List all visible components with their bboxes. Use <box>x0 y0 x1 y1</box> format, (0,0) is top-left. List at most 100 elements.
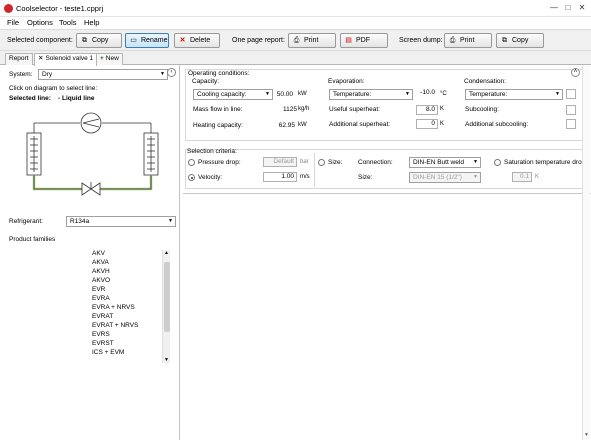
scroll-down-icon[interactable]: ▼ <box>584 432 589 438</box>
pressure-drop-unit: bar <box>300 159 309 165</box>
list-scrollbar[interactable]: ▲ ▼ <box>162 250 170 363</box>
velocity-unit: m/s <box>300 174 310 180</box>
diagram-hint: Click on diagram to select line: <box>9 85 98 92</box>
selected-component-label: Selected component: <box>7 37 73 44</box>
size-select[interactable]: DIN-EN 15 (1/2") ▼ <box>409 172 481 183</box>
additional-subcooling-field[interactable] <box>566 119 576 129</box>
scroll-thumb[interactable] <box>164 262 170 332</box>
menu-options[interactable]: Options <box>27 18 53 27</box>
capacity-select[interactable]: Cooling capacity: ▼ <box>193 89 273 100</box>
menu-bar: File Options Tools Help <box>0 17 591 29</box>
chevron-down-icon: ▼ <box>160 71 165 77</box>
heating-capacity-value: 62.95 <box>278 122 295 129</box>
screen-dump-label: Screen dump: <box>399 37 443 44</box>
subcooling-field[interactable] <box>566 105 576 115</box>
cooling-capacity-value[interactable]: 50.00 <box>276 91 293 98</box>
list-item[interactable]: EVRAT + NRVS <box>92 322 138 329</box>
rename-icon: ▭ <box>130 37 137 44</box>
collapse-up-icon[interactable]: ˄ <box>571 68 580 77</box>
list-item[interactable]: EVRA <box>92 295 110 302</box>
list-item[interactable]: AKVA <box>92 259 109 266</box>
right-panel: Operating conditions: ˄ Capacity: Coolin… <box>183 65 591 440</box>
rename-button[interactable]: ▭ Rename <box>125 33 169 48</box>
selected-line-label: Selected line: <box>9 95 51 102</box>
refrigerant-select[interactable]: R134a ▼ <box>66 216 176 227</box>
condensation-temp-field[interactable] <box>566 89 576 99</box>
main-scrollbar[interactable]: ▼ <box>582 66 590 440</box>
useful-superheat-unit: K <box>440 106 445 112</box>
chevron-down-icon: ▼ <box>555 91 560 97</box>
valve-icon <box>81 182 92 196</box>
list-item[interactable]: EVR <box>92 286 105 293</box>
divider <box>183 193 591 194</box>
pressure-drop-field[interactable]: Default <box>263 157 297 167</box>
connection-select[interactable]: DIN-EN Butt weld ▼ <box>409 157 481 168</box>
useful-superheat-field[interactable]: 8.0 <box>416 105 438 115</box>
collapse-left-icon[interactable]: ‹ <box>167 68 176 77</box>
menu-help[interactable]: Help <box>84 18 99 27</box>
minimize-button[interactable]: — <box>549 3 559 13</box>
saturation-unit: K <box>535 174 540 180</box>
system-select[interactable]: Dry ▼ <box>38 69 168 80</box>
app-icon <box>4 4 13 13</box>
close-tab-icon[interactable]: ✕ <box>38 55 43 62</box>
chevron-down-icon: ▼ <box>168 218 173 224</box>
mass-flow-label: Mass flow in line: <box>193 106 243 113</box>
system-label: System: <box>9 71 33 78</box>
list-item[interactable]: AKV <box>92 250 105 257</box>
size-radio[interactable] <box>318 159 325 166</box>
condensation-select[interactable]: Temperature: ▼ <box>465 89 563 100</box>
subcooling-label: Subcooling: <box>465 106 499 113</box>
copy-dump-button[interactable]: ⧉ Copy <box>496 33 544 48</box>
connection-label: Connection: <box>358 159 393 166</box>
window-title: Coolselector - teste1.cpprj <box>16 4 104 13</box>
list-item[interactable]: EVRAT <box>92 313 113 320</box>
tab-report[interactable]: Report <box>5 53 33 65</box>
print-dump-button[interactable]: ⎙ Print <box>444 33 492 48</box>
additional-superheat-field[interactable]: 0 <box>416 119 438 129</box>
copy-button[interactable]: ⧉ Copy <box>76 33 122 48</box>
pdf-button[interactable]: ▤ PDF <box>340 33 388 48</box>
circuit-diagram[interactable] <box>12 109 172 199</box>
chevron-down-icon: ▼ <box>473 174 478 180</box>
pressure-drop-radio[interactable] <box>188 159 195 166</box>
list-item[interactable]: EVRA + NRVS <box>92 304 135 311</box>
scroll-down-icon[interactable]: ▼ <box>164 357 169 363</box>
velocity-label: Velocity: <box>198 174 223 181</box>
chevron-down-icon: ▼ <box>473 159 478 165</box>
additional-superheat-unit: K <box>440 121 445 127</box>
velocity-field[interactable]: 1.00 <box>263 172 297 182</box>
title-bar: Coolselector - teste1.cpprj — □ ✕ <box>0 0 591 17</box>
tab-new[interactable]: + New <box>96 53 123 65</box>
mass-flow-unit: kg/h <box>298 106 310 112</box>
useful-superheat-label: Useful superheat: <box>329 106 380 113</box>
velocity-radio[interactable] <box>188 174 195 181</box>
copy-icon: ⧉ <box>82 37 87 44</box>
saturation-radio[interactable] <box>494 159 501 166</box>
delete-button[interactable]: ✕ Delete <box>174 33 220 48</box>
heating-capacity-label: Heating capacity: <box>193 122 243 129</box>
list-item[interactable]: ICS + EVM <box>92 349 124 356</box>
selection-criteria-group <box>185 149 585 189</box>
evaporation-select[interactable]: Temperature: ▼ <box>329 89 413 100</box>
menu-tools[interactable]: Tools <box>59 18 77 27</box>
list-item[interactable]: AKVH <box>92 268 110 275</box>
evaporation-temp-field[interactable]: -10.0 <box>415 89 437 99</box>
pressure-drop-label: Pressure drop: <box>198 159 241 166</box>
print-report-button[interactable]: ⎙ Print <box>288 33 336 48</box>
mass-flow-value: 1125 <box>283 106 297 113</box>
list-item[interactable]: AKVO <box>92 277 110 284</box>
maximize-button[interactable]: □ <box>563 3 573 13</box>
list-item[interactable]: EVRS <box>92 331 110 338</box>
product-families-label: Product families <box>9 236 56 243</box>
cooling-capacity-unit: kW <box>298 91 307 97</box>
product-families-list[interactable]: AKV AKVA AKVH AKVO EVR EVRA EVRA + NRVS … <box>88 250 174 365</box>
delete-icon: ✕ <box>179 37 186 44</box>
copy-icon: ⧉ <box>502 37 507 44</box>
chevron-down-icon: ▼ <box>265 91 270 97</box>
scroll-up-icon[interactable]: ▲ <box>164 250 169 256</box>
saturation-field[interactable]: 0.1 <box>512 172 532 182</box>
menu-file[interactable]: File <box>7 18 19 27</box>
close-button[interactable]: ✕ <box>577 3 587 13</box>
list-item[interactable]: EVRST <box>92 340 114 347</box>
